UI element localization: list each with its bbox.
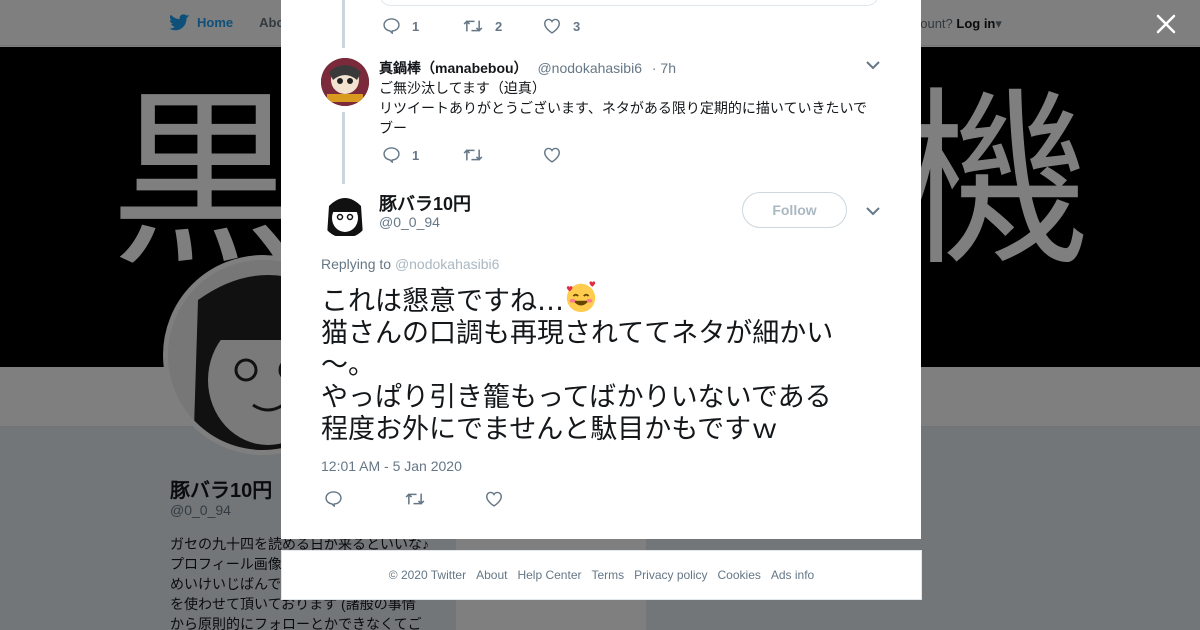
reply-header: 真鍋棒（manabebou） @nodokahasibi6 · 7h [379, 58, 676, 78]
main-avatar[interactable] [321, 190, 369, 238]
reply-icon [383, 18, 400, 34]
reply-display-name[interactable]: 真鍋棒（manabebou） [379, 60, 528, 76]
reply-icon [325, 491, 342, 507]
like-action[interactable]: 3 [543, 18, 623, 34]
thread-line [342, 112, 345, 184]
follow-button[interactable]: Follow [742, 192, 847, 228]
reply-action[interactable] [325, 491, 405, 507]
tweet-timestamp[interactable]: 12:01 AM - 5 Jan 2020 [321, 458, 462, 474]
retweet-count: 2 [495, 18, 503, 34]
footer-link-terms[interactable]: Terms [591, 568, 624, 582]
reply-time[interactable]: · 7h [652, 60, 676, 76]
reply-text-line: ご無沙汰してます（迫真） [379, 80, 546, 96]
replying-prefix: Replying to [321, 256, 392, 272]
tweet-text-line: やっぱり引き籠もってばかりいないである [321, 382, 832, 413]
chevron-down-icon[interactable] [866, 61, 880, 70]
main-avatar-drawing [321, 190, 369, 238]
reply-action[interactable]: 1 [383, 18, 463, 34]
tweet-text-line: 猫さんの口調も再現されててネタが細かい [321, 318, 834, 349]
reply-tweet-actions: 1 [383, 147, 623, 163]
like-action[interactable] [485, 491, 565, 507]
smiling-face-with-hearts-icon [566, 281, 596, 313]
retweet-icon [463, 20, 483, 32]
modal-footer: © 2020 Twitter About Help Center Terms P… [281, 550, 922, 600]
like-action[interactable] [543, 147, 623, 163]
previous-tweet-card [379, 0, 879, 6]
retweet-icon [405, 493, 425, 505]
thread-line [342, 0, 345, 48]
reply-count: 1 [412, 147, 420, 163]
reply-action[interactable]: 1 [383, 147, 463, 163]
retweet-action[interactable]: 2 [463, 18, 543, 34]
reply-count: 1 [412, 18, 420, 34]
reply-icon [383, 147, 400, 163]
footer-link-help-center[interactable]: Help Center [517, 568, 581, 582]
tweet-text-line: これは懇意ですね… [321, 286, 564, 317]
replying-to: Replying to @nodokahasibi6 [321, 256, 499, 272]
chevron-down-icon[interactable] [866, 207, 880, 216]
retweet-action[interactable] [405, 491, 485, 507]
replying-to-link[interactable]: @nodokahasibi6 [395, 256, 500, 272]
main-handle[interactable]: @0_0_94 [379, 214, 440, 230]
footer-link-about[interactable]: About [476, 568, 507, 582]
reply-text-line: リツイートありがとうございます、ネタがある限り定期的に描いていきたいで [379, 100, 868, 116]
heart-icon [543, 18, 561, 34]
retweet-action[interactable] [463, 147, 543, 163]
reply-text: ご無沙汰してます（迫真） リツイートありがとうございます、ネタがある限り定期的に… [379, 78, 879, 138]
heart-icon [485, 491, 503, 507]
like-count: 3 [573, 18, 581, 34]
tweet-text-line: ～。 [321, 350, 375, 381]
previous-tweet-actions: 1 2 3 [383, 18, 623, 34]
tweet-text: これは懇意ですね… 猫さんの口調も再現されててネタが細かい ～。 やっぱり引き籠… [321, 280, 866, 446]
footer-link-cookies[interactable]: Cookies [718, 568, 761, 582]
reply-avatar-drawing [321, 58, 369, 106]
heart-icon [543, 147, 561, 163]
retweet-icon [463, 149, 483, 161]
tweet-text-line: 程度お外にでませんと駄目かもですｗ [321, 414, 779, 445]
reply-avatar[interactable] [321, 58, 369, 106]
main-display-name[interactable]: 豚バラ10円 [379, 190, 471, 216]
reply-text-line: ブー [379, 120, 407, 136]
footer-link-privacy[interactable]: Privacy policy [634, 568, 707, 582]
main-tweet-actions [325, 491, 565, 507]
close-icon[interactable] [1154, 12, 1178, 36]
footer-link-ads-info[interactable]: Ads info [771, 568, 814, 582]
footer-copyright: © 2020 Twitter [388, 568, 467, 582]
reply-handle[interactable]: @nodokahasibi6 [537, 60, 642, 76]
tweet-modal: 1 2 3 真鍋棒（manabebou） @nodokahasibi6 · 7h [281, 0, 921, 539]
